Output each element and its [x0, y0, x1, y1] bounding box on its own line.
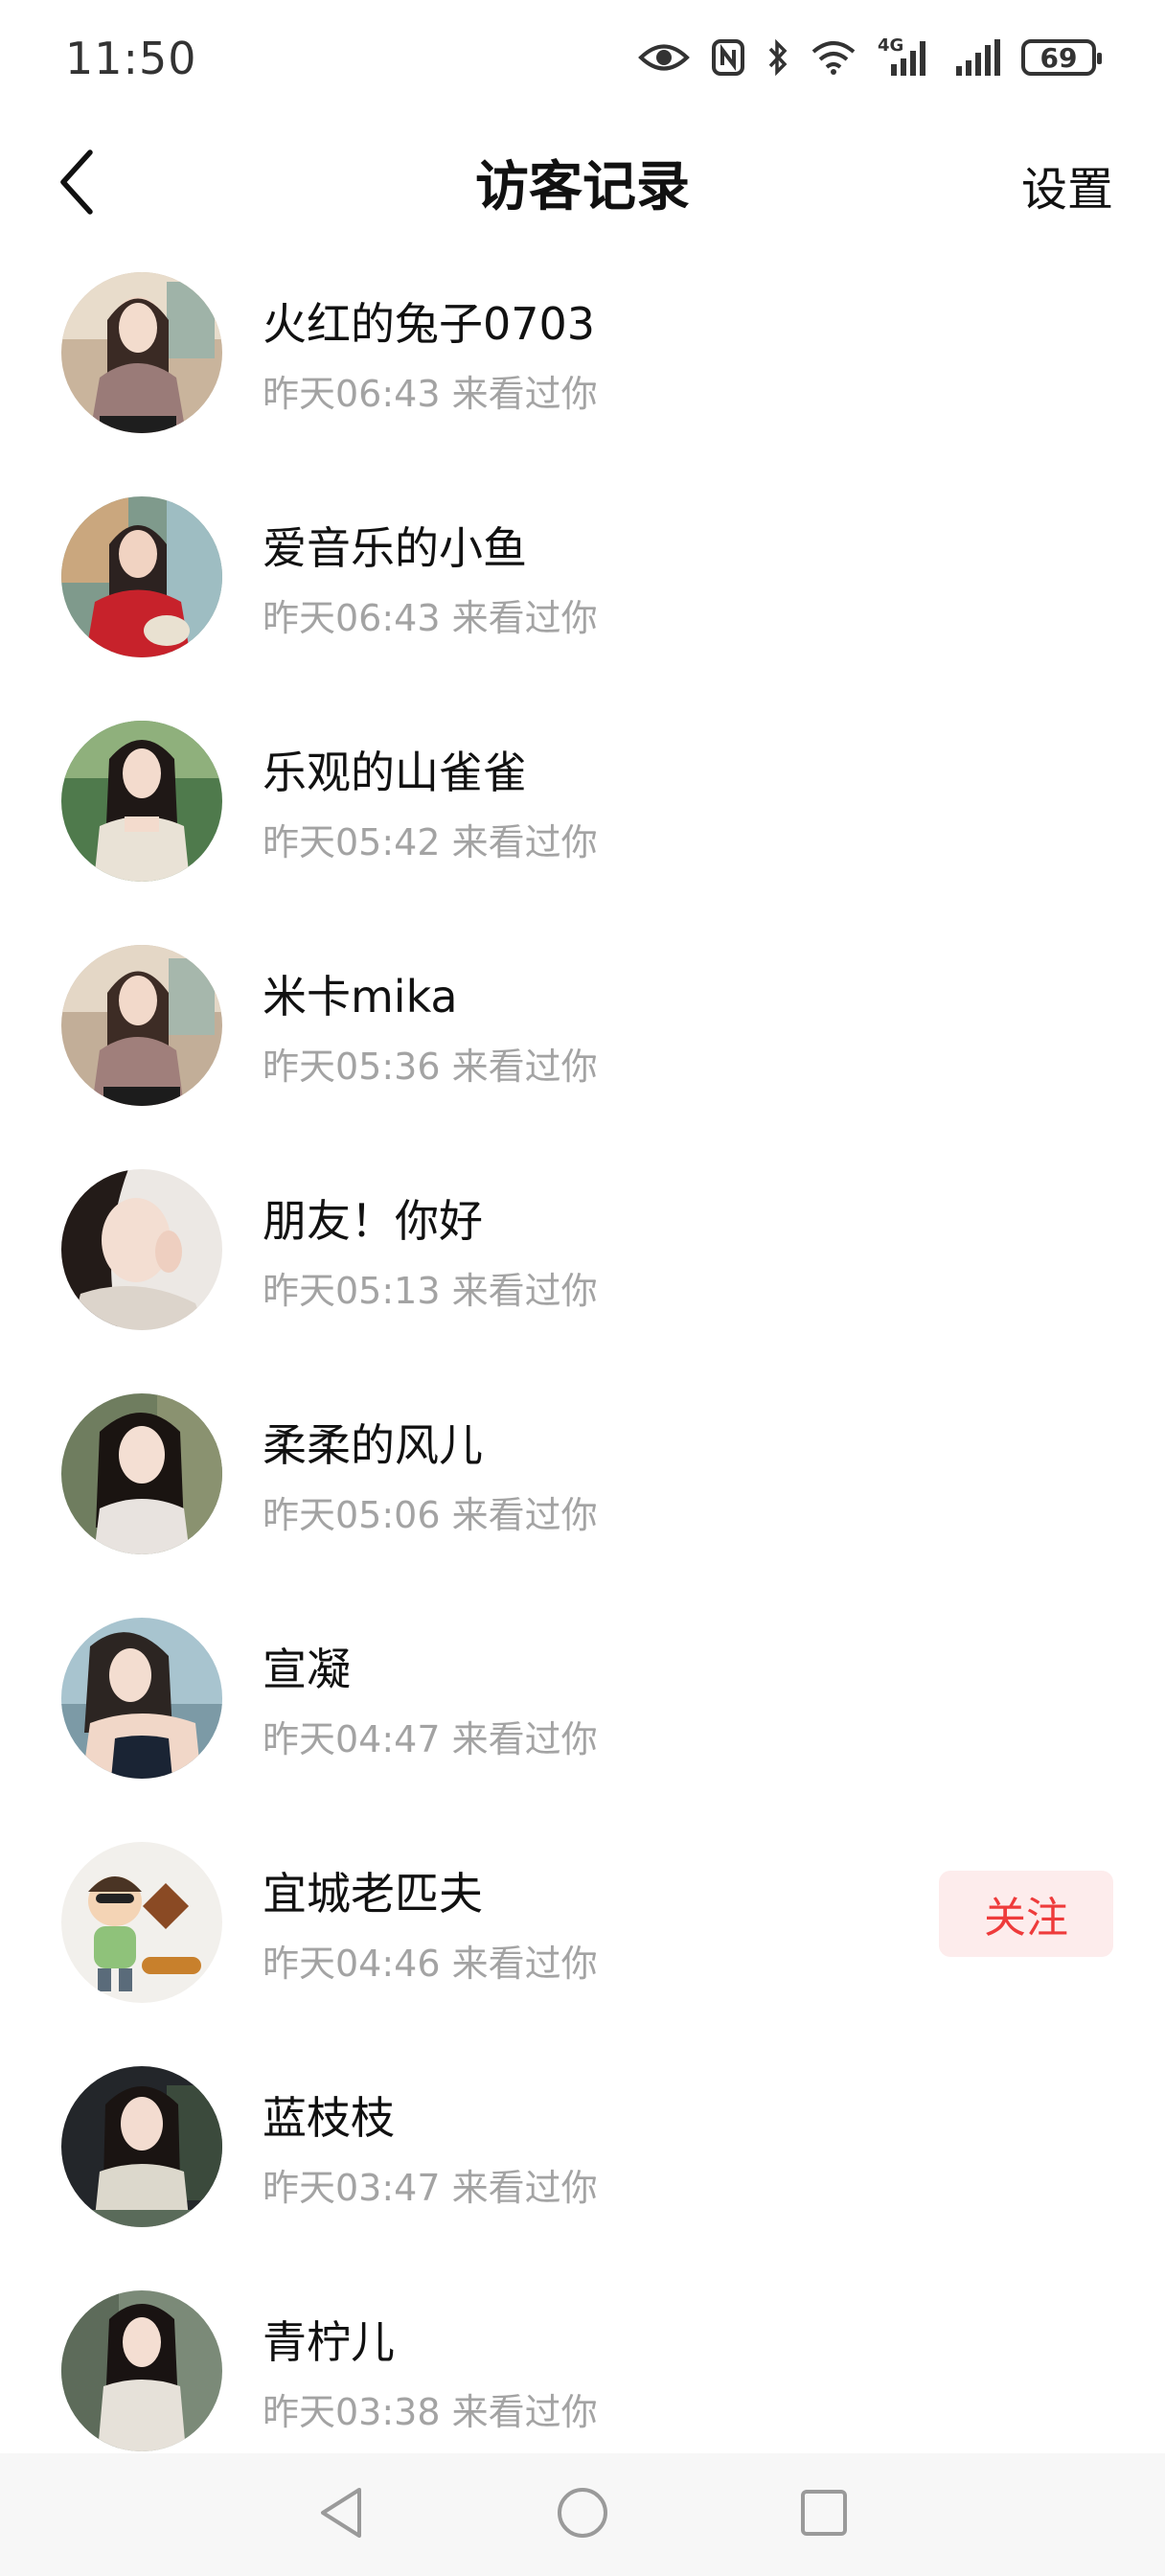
- visit-time: 昨天06:43 来看过你: [263, 373, 598, 415]
- avatar[interactable]: [61, 2290, 222, 2451]
- nfc-icon: [711, 38, 745, 77]
- battery-level: 69: [1039, 41, 1078, 74]
- visit-time: 昨天05:13 来看过你: [263, 1270, 598, 1312]
- system-nav-bar: [0, 2453, 1165, 2576]
- recents-square-icon: [799, 2488, 849, 2542]
- list-item[interactable]: 宜城老匹夫 昨天04:46 来看过你 关注: [0, 1830, 1165, 2055]
- visitor-list: 火红的兔子0703 昨天06:43 来看过你 爱音乐的小鱼 昨天06:43 来看…: [0, 261, 1165, 2503]
- visit-time: 昨天06:43 来看过你: [263, 597, 598, 639]
- back-triangle-icon: [317, 2486, 365, 2543]
- nav-back-button[interactable]: [312, 2486, 370, 2543]
- visit-time: 昨天05:06 来看过你: [263, 1494, 598, 1536]
- list-item[interactable]: 宣凝 昨天04:47 来看过你: [0, 1606, 1165, 1830]
- visitor-name: 宜城老匹夫: [263, 1868, 483, 1920]
- visit-time: 昨天05:36 来看过你: [263, 1046, 598, 1088]
- eye-icon: [638, 41, 690, 74]
- nav-home-button[interactable]: [554, 2486, 611, 2543]
- visit-time: 昨天03:38 来看过你: [263, 2391, 598, 2433]
- visitor-name: 蓝枝枝: [263, 2092, 395, 2144]
- visitor-name: 朋友！你好: [263, 1195, 483, 1247]
- battery-icon: 69: [1021, 39, 1102, 76]
- list-item[interactable]: 爱音乐的小鱼 昨天06:43 来看过你: [0, 485, 1165, 709]
- signal-4g-icon: 4G: [878, 35, 933, 78]
- bluetooth-icon: [766, 38, 789, 77]
- avatar[interactable]: [61, 496, 222, 657]
- visit-time: 昨天04:47 来看过你: [263, 1718, 598, 1760]
- visitor-name: 柔柔的风儿: [263, 1419, 483, 1471]
- nav-recents-button[interactable]: [795, 2486, 853, 2543]
- visit-time: 昨天03:47 来看过你: [263, 2167, 598, 2209]
- list-item[interactable]: 火红的兔子0703 昨天06:43 来看过你: [0, 261, 1165, 485]
- visit-time: 昨天04:46 来看过你: [263, 1943, 598, 1985]
- avatar[interactable]: [61, 721, 222, 882]
- list-item[interactable]: 米卡mika 昨天05:36 来看过你: [0, 933, 1165, 1158]
- home-circle-icon: [556, 2486, 609, 2543]
- avatar[interactable]: [61, 1393, 222, 1554]
- visitor-name: 青柠儿: [263, 2316, 395, 2368]
- list-item[interactable]: 柔柔的风儿 昨天05:06 来看过你: [0, 1382, 1165, 1606]
- header: 访客记录 设置: [0, 134, 1165, 234]
- visitor-name: 宣凝: [263, 1644, 351, 1695]
- page-title: 访客记录: [475, 156, 690, 218]
- follow-button[interactable]: 关注: [939, 1871, 1113, 1957]
- status-time: 11:50: [65, 33, 197, 84]
- status-bar: 11:50 4G 69: [0, 0, 1165, 115]
- wifi-icon: [811, 39, 857, 76]
- avatar[interactable]: [61, 272, 222, 433]
- avatar[interactable]: [61, 1169, 222, 1330]
- list-item[interactable]: 朋友！你好 昨天05:13 来看过你: [0, 1158, 1165, 1382]
- signal-icon: [954, 37, 1000, 78]
- list-item[interactable]: 蓝枝枝 昨天03:47 来看过你: [0, 2055, 1165, 2279]
- visitor-name: 米卡mika: [263, 971, 458, 1023]
- avatar[interactable]: [61, 945, 222, 1106]
- avatar[interactable]: [61, 2066, 222, 2227]
- status-icons: 4G 69: [638, 34, 1102, 80]
- visitor-name: 爱音乐的小鱼: [263, 522, 527, 574]
- visit-time: 昨天05:42 来看过你: [263, 821, 598, 863]
- visitor-name: 乐观的山雀雀: [263, 747, 527, 798]
- list-item[interactable]: 乐观的山雀雀 昨天05:42 来看过你: [0, 709, 1165, 933]
- settings-button[interactable]: 设置: [1021, 151, 1113, 218]
- visitor-name: 火红的兔子0703: [263, 298, 596, 350]
- avatar[interactable]: [61, 1618, 222, 1779]
- avatar[interactable]: [61, 1842, 222, 2003]
